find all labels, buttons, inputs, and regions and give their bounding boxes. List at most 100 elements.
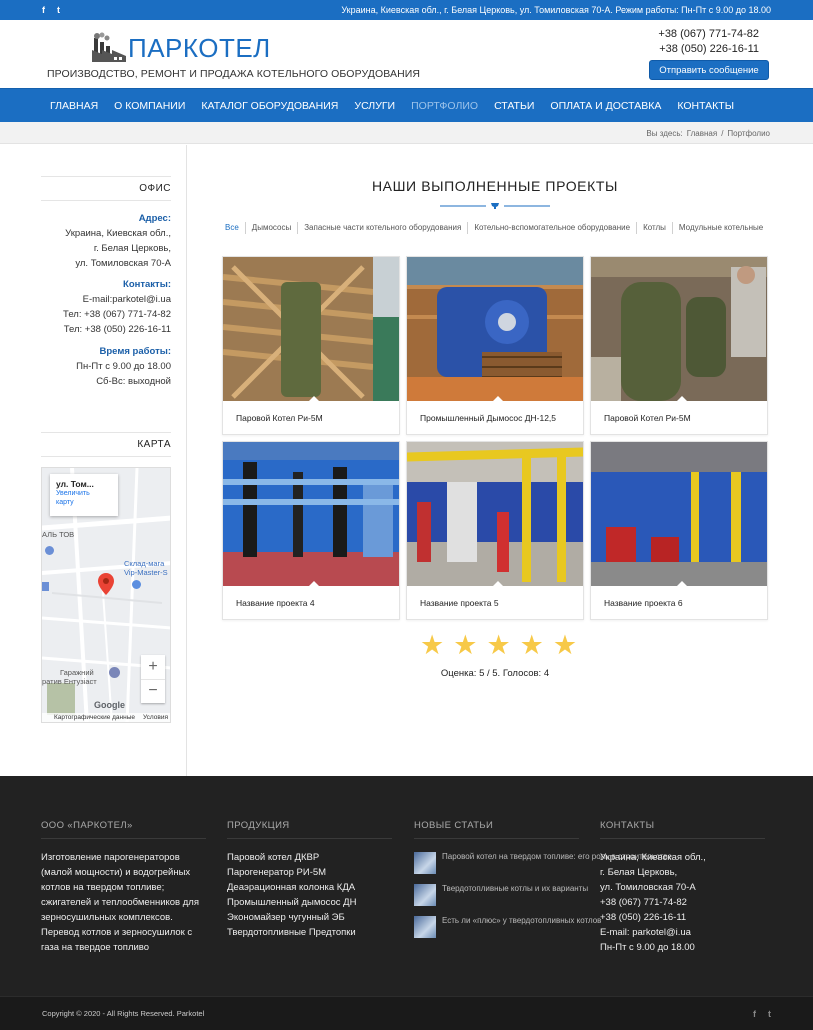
news-thumbnail[interactable]	[414, 884, 436, 906]
footer-news-item[interactable]: Есть ли «плюс» у твердотопливных котлов	[414, 914, 601, 938]
footer-product-link[interactable]: Парогенератор РИ-5М	[227, 865, 392, 880]
page-title: НАШИ ВЫПОЛНЕННЫЕ ПРОЕКТЫ	[371, 178, 619, 194]
footer-product-link[interactable]: Деаэрационная колонка КДА	[227, 880, 392, 895]
portfolio-card[interactable]: Название проекта 5	[406, 441, 584, 620]
map-label: Гаражний	[60, 668, 94, 677]
footer-news-item[interactable]: Паровой котел на твердом топливе: его ро…	[414, 850, 672, 874]
phone-1[interactable]: +38 (067) 771-74-82	[658, 27, 759, 42]
twitter-icon[interactable]: t	[57, 5, 60, 15]
nav-item-payment-delivery[interactable]: ОПЛАТА И ДОСТАВКА	[542, 100, 669, 112]
map-marker-icon[interactable]	[98, 573, 114, 600]
footer-product-link[interactable]: Паровой котел ДКВР	[227, 850, 392, 865]
nav-item-catalog[interactable]: КАТАЛОГ ОБОРУДОВАНИЯ	[193, 100, 346, 112]
filter-smoke-exhausters[interactable]: Дымососы	[246, 222, 299, 234]
google-map[interactable]: ул. Том... Увеличить карту АЛЬ ТОВ Склад…	[41, 467, 171, 723]
star-icon[interactable]: ★	[420, 632, 444, 659]
portfolio-card[interactable]: Паровой Котел Ри-5М	[590, 256, 768, 435]
contact-phone-2[interactable]: Тел: +38 (050) 226-16-11	[41, 322, 171, 337]
map-data-link[interactable]: Картографические данные	[54, 714, 135, 722]
footer-contact-line: г. Белая Церковь,	[600, 867, 678, 878]
map-enlarge-link[interactable]: Увеличить карту	[56, 489, 112, 507]
title-divider-icon	[440, 203, 550, 209]
logo[interactable]: ПАРКОТЕЛ	[92, 32, 271, 62]
nav-item-services[interactable]: УСЛУГИ	[346, 100, 403, 112]
project-image[interactable]	[591, 257, 767, 401]
breadcrumb-current: Портфолио	[727, 129, 770, 138]
filter-all[interactable]: Все	[219, 222, 246, 234]
map-enlarge-link-line1: Увеличить	[56, 490, 90, 497]
phone-2[interactable]: +38 (050) 226-16-11	[658, 42, 759, 57]
footer-contact-phone[interactable]: +38 (067) 771-74-82	[600, 895, 765, 910]
portfolio-card[interactable]: Промышленный Дымосос ДН-12,5	[406, 256, 584, 435]
project-image[interactable]	[591, 442, 767, 586]
nav-item-articles[interactable]: СТАТЬИ	[486, 100, 542, 112]
star-icon[interactable]: ★	[486, 632, 510, 659]
filter-auxiliary-equipment[interactable]: Котельно-вспомогательное оборудование	[468, 222, 638, 234]
facebook-icon[interactable]: f	[753, 1009, 756, 1019]
filter-modular-boiler-houses[interactable]: Модульные котельные	[673, 222, 769, 234]
project-title[interactable]: Название проекта 5	[407, 581, 583, 620]
footer-news: НОВЫЕ СТАТЬИ Паровой котел на твердом то…	[414, 820, 672, 946]
zoom-in-button[interactable]: +	[141, 655, 165, 679]
news-title[interactable]: Есть ли «плюс» у твердотопливных котлов	[442, 914, 601, 938]
news-title[interactable]: Твердотопливные котлы и их варианты	[442, 882, 588, 906]
project-title[interactable]: Название проекта 6	[591, 581, 767, 620]
footer-product-link[interactable]: Твердотопливные Предтопки	[227, 925, 392, 940]
portfolio-card[interactable]: Название проекта 4	[222, 441, 400, 620]
news-thumbnail[interactable]	[414, 852, 436, 874]
office-widget-title: ОФИС	[41, 176, 171, 201]
news-thumbnail[interactable]	[414, 916, 436, 938]
footer-news-item[interactable]: Твердотопливные котлы и их варианты	[414, 882, 588, 906]
footer-product-link[interactable]: Экономайзер чугунный ЭБ	[227, 910, 392, 925]
google-logo: Google	[94, 700, 125, 710]
zoom-out-button[interactable]: −	[141, 679, 165, 703]
footer-contacts-title: КОНТАКТЫ	[600, 820, 765, 839]
map-poi-icon	[45, 546, 54, 555]
nav-item-contacts[interactable]: КОНТАКТЫ	[669, 100, 742, 112]
map-label: ратив Ентузіаст	[42, 677, 97, 686]
footer-contact-phone[interactable]: +38 (050) 226-16-11	[600, 910, 765, 925]
portfolio-card[interactable]: Название проекта 6	[590, 441, 768, 620]
star-icon[interactable]: ★	[553, 632, 577, 659]
breadcrumb-separator: /	[721, 129, 724, 138]
map-terms-link[interactable]: Условия	[143, 714, 168, 722]
hours-line: Пн-Пт с 9.00 до 18.00	[76, 361, 171, 372]
project-image[interactable]	[407, 442, 583, 586]
footer-product-link[interactable]: Промышленный дымосос ДН	[227, 895, 392, 910]
nav-item-home[interactable]: ГЛАВНАЯ	[42, 100, 106, 112]
breadcrumb-home[interactable]: Главная	[687, 129, 717, 138]
footer-contacts: КОНТАКТЫ Украина, Киевская обл., г. Бела…	[600, 820, 765, 955]
rating-stars: ★ ★ ★ ★ ★	[420, 632, 577, 659]
send-message-button[interactable]: Отправить сообщение	[649, 60, 769, 80]
map-parking-icon	[109, 667, 120, 678]
twitter-icon[interactable]: t	[768, 1009, 771, 1019]
facebook-icon[interactable]: f	[42, 5, 45, 15]
contact-email[interactable]: E-mail:parkotel@i.ua	[41, 292, 171, 307]
project-title[interactable]: Паровой Котел Ри-5М	[591, 396, 767, 435]
project-image[interactable]	[223, 257, 399, 401]
filter-spare-parts[interactable]: Запасные части котельного оборудования	[298, 222, 469, 234]
portfolio-grid: Паровой Котел Ри-5М Промышленный Дымосос…	[222, 256, 768, 620]
footer-company-line: Перевод котлов и зерносушилок с	[41, 927, 193, 938]
map-label: АЛЬ ТОВ	[42, 530, 75, 539]
nav-item-portfolio[interactable]: ПОРТФОЛИО	[403, 100, 486, 112]
portfolio-filters: Все Дымососы Запасные части котельного о…	[219, 222, 769, 234]
project-title[interactable]: Паровой Котел Ри-5М	[223, 396, 399, 435]
portfolio-card[interactable]: Паровой Котел Ри-5М	[222, 256, 400, 435]
map-label-line: Склад-мага	[124, 559, 165, 568]
nav-item-about[interactable]: О КОМПАНИИ	[106, 100, 193, 112]
project-image[interactable]	[407, 257, 583, 401]
project-image[interactable]	[223, 442, 399, 586]
footer-company: ООО «ПАРКОТЕЛ» Изготовление парогенерато…	[41, 820, 206, 955]
project-title[interactable]: Название проекта 4	[223, 581, 399, 620]
filter-boilers[interactable]: Котлы	[637, 222, 673, 234]
project-title[interactable]: Промышленный Дымосос ДН-12,5	[407, 396, 583, 435]
bottom-social-links: f t	[753, 1009, 771, 1019]
address-line: ул. Томиловская 70-А	[75, 258, 171, 269]
contact-phone-1[interactable]: Тел: +38 (067) 771-74-82	[41, 307, 171, 322]
star-icon[interactable]: ★	[520, 632, 544, 659]
star-icon[interactable]: ★	[453, 632, 477, 659]
footer-contact-email[interactable]: E-mail: parkotel@i.ua	[600, 925, 765, 940]
footer-company-title: ООО «ПАРКОТЕЛ»	[41, 820, 206, 839]
breadcrumb-bar: Вы здесь: Главная / Портфолио	[0, 122, 813, 144]
